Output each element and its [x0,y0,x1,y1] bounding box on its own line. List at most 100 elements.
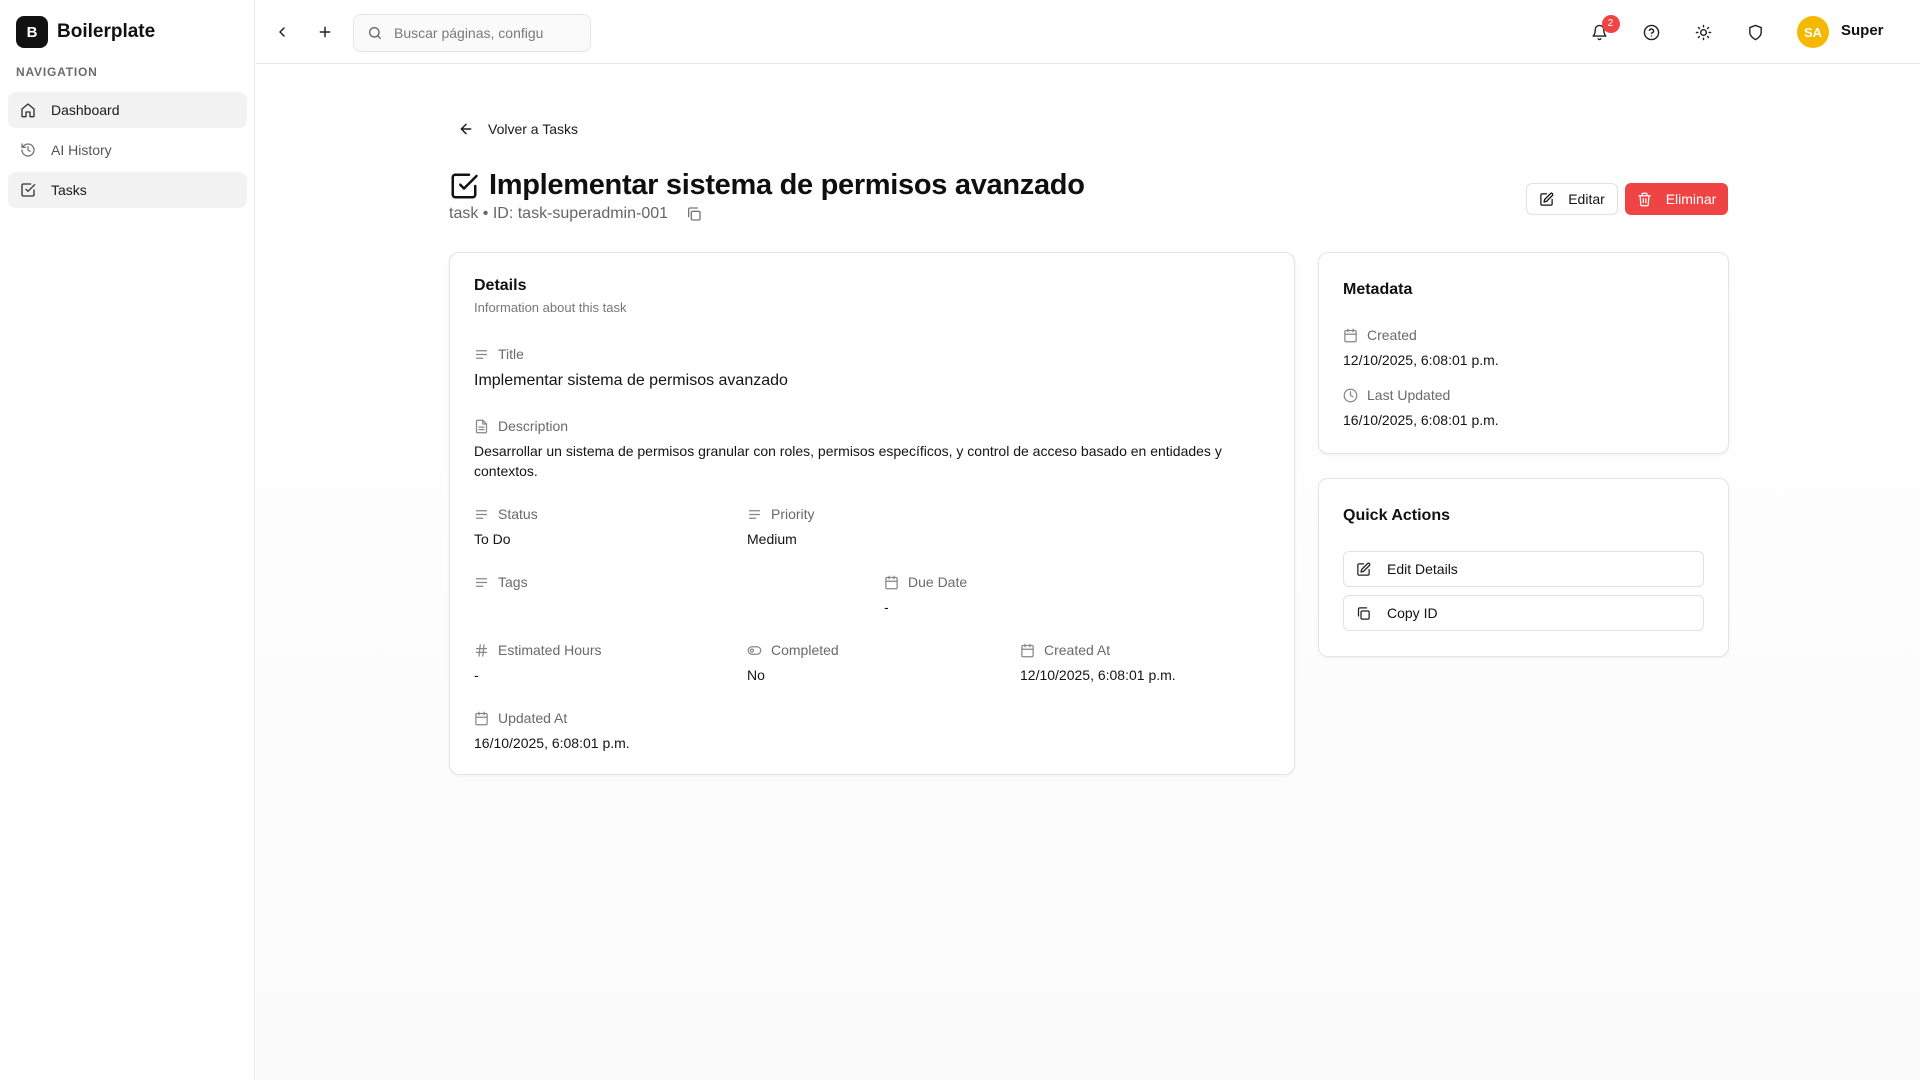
delete-button[interactable]: Eliminar [1625,183,1728,215]
brand-logo: B [16,16,48,48]
text-lines-icon [474,575,489,590]
calendar-icon [1020,643,1035,658]
brand[interactable]: B Boilerplate [16,16,155,48]
copy-id-label: Copy ID [1387,605,1438,621]
meta-created: Created 12/10/2025, 6:08:01 p.m. [1343,326,1703,370]
page-subtitle: task • ID: task-superadmin-001 [449,205,702,223]
field-due-date: Due Date - [884,573,1264,617]
field-description: Description Desarrollar un sistema de pe… [474,417,1274,481]
details-description: Information about this task [474,300,627,315]
brand-name: Boilerplate [57,21,156,42]
field-priority: Priority Medium [747,505,997,549]
field-value: Medium [747,531,797,547]
field-label: Description [498,418,569,434]
add-button[interactable] [311,18,339,46]
help-circle-icon [1643,24,1660,41]
field-value: Desarrollar un sistema de permisos granu… [474,443,1222,479]
field-label: Estimated Hours [498,642,602,658]
edit-icon [1356,562,1371,577]
field-label: Priority [771,506,815,522]
field-value: 16/10/2025, 6:08:01 p.m. [474,735,630,751]
hash-icon [474,643,489,658]
field-title: Title Implementar sistema de permisos av… [474,345,1254,391]
search-box[interactable] [353,14,591,52]
sidebar-item-label: Dashboard [51,102,120,118]
nav-section-label: NAVIGATION [16,65,98,79]
toggle-icon [747,643,762,658]
clock-icon [1343,388,1358,403]
field-value: No [747,667,765,683]
sidebar-item-ai-history[interactable]: AI History [8,132,247,168]
field-completed: Completed No [747,641,997,685]
user-name[interactable]: Super [1841,22,1884,39]
field-value: To Do [474,531,511,547]
shield-icon [1747,24,1764,41]
field-label: Completed [771,642,839,658]
field-value: 16/10/2025, 6:08:01 p.m. [1343,412,1499,428]
field-label: Created At [1044,642,1111,658]
task-id-text: task • ID: task-superadmin-001 [449,205,669,222]
metadata-title: Metadata [1343,281,1413,298]
field-label: Tags [498,574,528,590]
field-value: Implementar sistema de permisos avanzado [474,372,788,389]
help-button[interactable] [1637,18,1665,46]
field-label: Title [498,346,524,362]
document-icon [474,419,489,434]
sidebar-item-label: AI History [51,142,112,158]
calendar-icon [1343,328,1358,343]
back-nav-button[interactable] [268,18,296,46]
field-label: Due Date [908,574,968,590]
copy-icon [1356,606,1371,621]
edit-icon [1539,192,1554,207]
back-label: Volver a Tasks [488,121,579,137]
meta-last-updated: Last Updated 16/10/2025, 6:08:01 p.m. [1343,386,1703,430]
field-status: Status To Do [474,505,724,549]
checkbox-icon [20,182,36,198]
copy-icon[interactable] [686,206,702,222]
copy-id-button[interactable]: Copy ID [1343,595,1704,631]
page-title: Implementar sistema de permisos avanzado [489,169,1085,201]
search-icon [367,25,383,41]
edit-details-button[interactable]: Edit Details [1343,551,1704,587]
field-label: Status [498,506,538,522]
theme-toggle-button[interactable] [1689,18,1717,46]
sidebar-item-dashboard[interactable]: Dashboard [8,92,247,128]
text-lines-icon [474,507,489,522]
field-label: Updated At [498,710,568,726]
field-value: - [884,599,889,615]
search-input[interactable] [394,25,584,41]
metadata-card: Metadata Created 12/10/2025, 6:08:01 p.m… [1318,252,1729,454]
notification-badge: 2 [1601,14,1620,33]
security-button[interactable] [1741,18,1769,46]
page-header: Implementar sistema de permisos avanzado [449,169,1085,202]
arrow-left-icon [458,121,474,137]
field-tags: Tags [474,573,854,597]
chevron-left-icon [274,24,290,40]
calendar-icon [884,575,899,590]
history-icon [20,142,36,158]
edit-label: Editar [1568,191,1605,207]
calendar-icon [474,711,489,726]
quick-actions-title: Quick Actions [1343,507,1450,524]
field-label: Last Updated [1367,387,1451,403]
edit-button[interactable]: Editar [1526,183,1618,215]
sun-icon [1695,24,1712,41]
text-lines-icon [747,507,762,522]
field-value: - [474,667,479,683]
sidebar-nav: Dashboard AI History Tasks [8,92,247,212]
notifications-button[interactable]: 2 [1585,14,1620,46]
delete-label: Eliminar [1665,191,1717,207]
edit-details-label: Edit Details [1387,561,1458,577]
back-to-tasks-link[interactable]: Volver a Tasks [458,117,578,141]
home-icon [20,102,36,118]
main-content: Volver a Tasks Implementar sistema de pe… [256,65,1920,1080]
field-estimated-hours: Estimated Hours - [474,641,724,685]
sidebar-item-label: Tasks [51,182,87,198]
field-value: 12/10/2025, 6:08:01 p.m. [1343,352,1499,368]
details-card: Details Information about this task Titl… [449,252,1295,775]
field-updated-at: Updated At 16/10/2025, 6:08:01 p.m. [474,709,724,753]
trash-icon [1637,192,1652,207]
field-value: 12/10/2025, 6:08:01 p.m. [1020,667,1176,683]
avatar[interactable]: SA [1797,16,1829,48]
sidebar-item-tasks[interactable]: Tasks [8,172,247,208]
